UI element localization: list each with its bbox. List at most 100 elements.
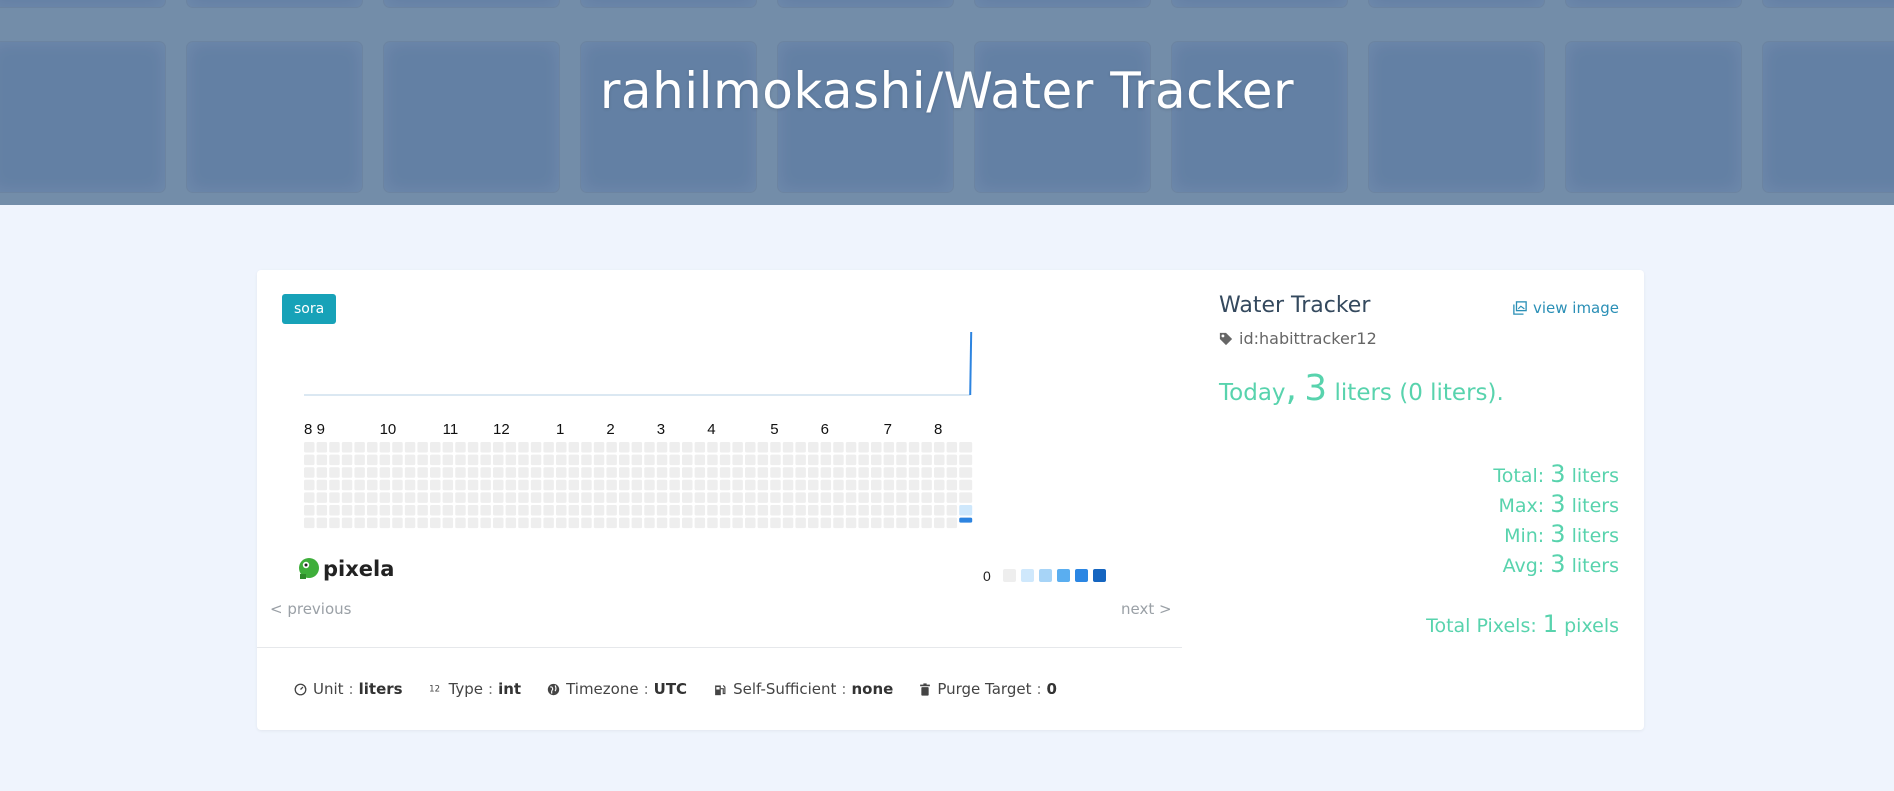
pixel-cell[interactable] — [757, 492, 769, 503]
pixel-cell[interactable] — [430, 517, 441, 529]
pixel-cell[interactable] — [367, 479, 378, 491]
pixel-cell[interactable] — [820, 467, 832, 478]
pixel-cell[interactable] — [329, 467, 340, 478]
pixel-cell[interactable] — [644, 454, 655, 466]
pixel-cell[interactable] — [719, 454, 731, 466]
pixel-cell[interactable] — [883, 505, 895, 516]
pixel-cell[interactable] — [543, 467, 554, 478]
pixel-cell[interactable] — [606, 442, 617, 453]
pixel-cell[interactable] — [568, 505, 580, 516]
pixel-cell[interactable] — [606, 479, 617, 491]
pixel-cell[interactable] — [959, 505, 973, 516]
pixel-cell[interactable] — [417, 479, 428, 491]
pixel-cell[interactable] — [934, 517, 945, 529]
next-link[interactable]: next > — [1121, 600, 1172, 618]
pixel-cell[interactable] — [757, 517, 769, 529]
pixel-cell[interactable] — [946, 479, 958, 491]
pixel-cell[interactable] — [619, 467, 630, 478]
pixel-cell[interactable] — [467, 505, 479, 516]
pixel-cell[interactable] — [820, 517, 832, 529]
pixel-cell[interactable] — [908, 442, 920, 453]
pixel-cell[interactable] — [908, 467, 920, 478]
pixel-cell[interactable] — [770, 479, 781, 491]
pixel-cell[interactable] — [782, 467, 794, 478]
pixel-cell[interactable] — [480, 467, 491, 478]
pixel-cell[interactable] — [404, 517, 416, 529]
pixel-cell[interactable] — [543, 505, 554, 516]
pixel-cell[interactable] — [442, 454, 454, 466]
pixel-cell[interactable] — [694, 442, 706, 453]
pixel-cell[interactable] — [858, 454, 869, 466]
pixel-cell[interactable] — [329, 492, 340, 503]
pixel-cell[interactable] — [782, 492, 794, 503]
pixel-cell[interactable] — [921, 517, 932, 529]
pixel-cell[interactable] — [493, 467, 504, 478]
pixel-cell[interactable] — [946, 454, 958, 466]
pixel-cell[interactable] — [606, 505, 617, 516]
pixel-cell[interactable] — [883, 442, 895, 453]
pixel-cell[interactable] — [417, 467, 428, 478]
pixel-cell[interactable] — [455, 467, 466, 478]
pixel-cell[interactable] — [329, 479, 340, 491]
pixel-cell[interactable] — [329, 517, 340, 529]
pixel-cell[interactable] — [808, 442, 819, 453]
pixel-cell[interactable] — [871, 479, 882, 491]
pixel-cell[interactable] — [417, 517, 428, 529]
pixel-cell[interactable] — [367, 454, 378, 466]
pixel-cell[interactable] — [871, 492, 882, 503]
pixel-cell[interactable] — [341, 505, 353, 516]
pixel-cell[interactable] — [820, 479, 832, 491]
pixel-cell[interactable] — [404, 479, 416, 491]
pixel-cell[interactable] — [354, 517, 365, 529]
pixel-cell[interactable] — [908, 517, 920, 529]
pixel-cell[interactable] — [493, 517, 504, 529]
pixel-cell[interactable] — [732, 517, 743, 529]
pixel-cell[interactable] — [530, 442, 542, 453]
pixel-cell[interactable] — [745, 442, 756, 453]
pixel-cell[interactable] — [669, 454, 680, 466]
pixel-cell[interactable] — [304, 442, 315, 453]
pixel-cell[interactable] — [845, 505, 857, 516]
pixel-cell[interactable] — [669, 517, 680, 529]
pixel-cell[interactable] — [845, 442, 857, 453]
pixel-cell[interactable] — [404, 505, 416, 516]
pixel-cell[interactable] — [745, 467, 756, 478]
pixel-cell[interactable] — [732, 442, 743, 453]
pixel-cell[interactable] — [354, 467, 365, 478]
pixel-cell[interactable] — [934, 492, 945, 503]
pixel-cell[interactable] — [833, 467, 844, 478]
pixel-cell[interactable] — [467, 479, 479, 491]
pixel-cell[interactable] — [593, 442, 605, 453]
pixel-cell[interactable] — [908, 505, 920, 516]
pixel-cell[interactable] — [467, 442, 479, 453]
pixel-cell[interactable] — [442, 517, 454, 529]
pixel-cell[interactable] — [304, 492, 315, 503]
pixel-cell[interactable] — [518, 442, 529, 453]
pixel-cell[interactable] — [745, 454, 756, 466]
pixel-cell[interactable] — [367, 467, 378, 478]
pixel-cell[interactable] — [631, 479, 643, 491]
pixel-cell[interactable] — [644, 467, 655, 478]
pixel-cell[interactable] — [530, 467, 542, 478]
pixel-cell[interactable] — [543, 479, 554, 491]
pixel-cell[interactable] — [379, 454, 391, 466]
pixel-cell[interactable] — [304, 454, 315, 466]
pixel-cell[interactable] — [430, 492, 441, 503]
pixel-cell[interactable] — [820, 505, 832, 516]
pixel-cell[interactable] — [568, 517, 580, 529]
pixel-cell[interactable] — [682, 442, 693, 453]
pixel-cell[interactable] — [707, 467, 718, 478]
pixel-cell[interactable] — [694, 454, 706, 466]
pixel-cell[interactable] — [493, 479, 504, 491]
pixel-cell[interactable] — [606, 517, 617, 529]
pixel-cell[interactable] — [883, 467, 895, 478]
pixel-cell[interactable] — [619, 479, 630, 491]
pixel-cell[interactable] — [871, 454, 882, 466]
pixel-cell[interactable] — [568, 467, 580, 478]
pixel-cell[interactable] — [858, 479, 869, 491]
pixel-cell[interactable] — [581, 467, 592, 478]
pixel-cell[interactable] — [518, 467, 529, 478]
pixel-cell[interactable] — [455, 517, 466, 529]
pixel-cell[interactable] — [480, 479, 491, 491]
pixel-cell[interactable] — [782, 442, 794, 453]
